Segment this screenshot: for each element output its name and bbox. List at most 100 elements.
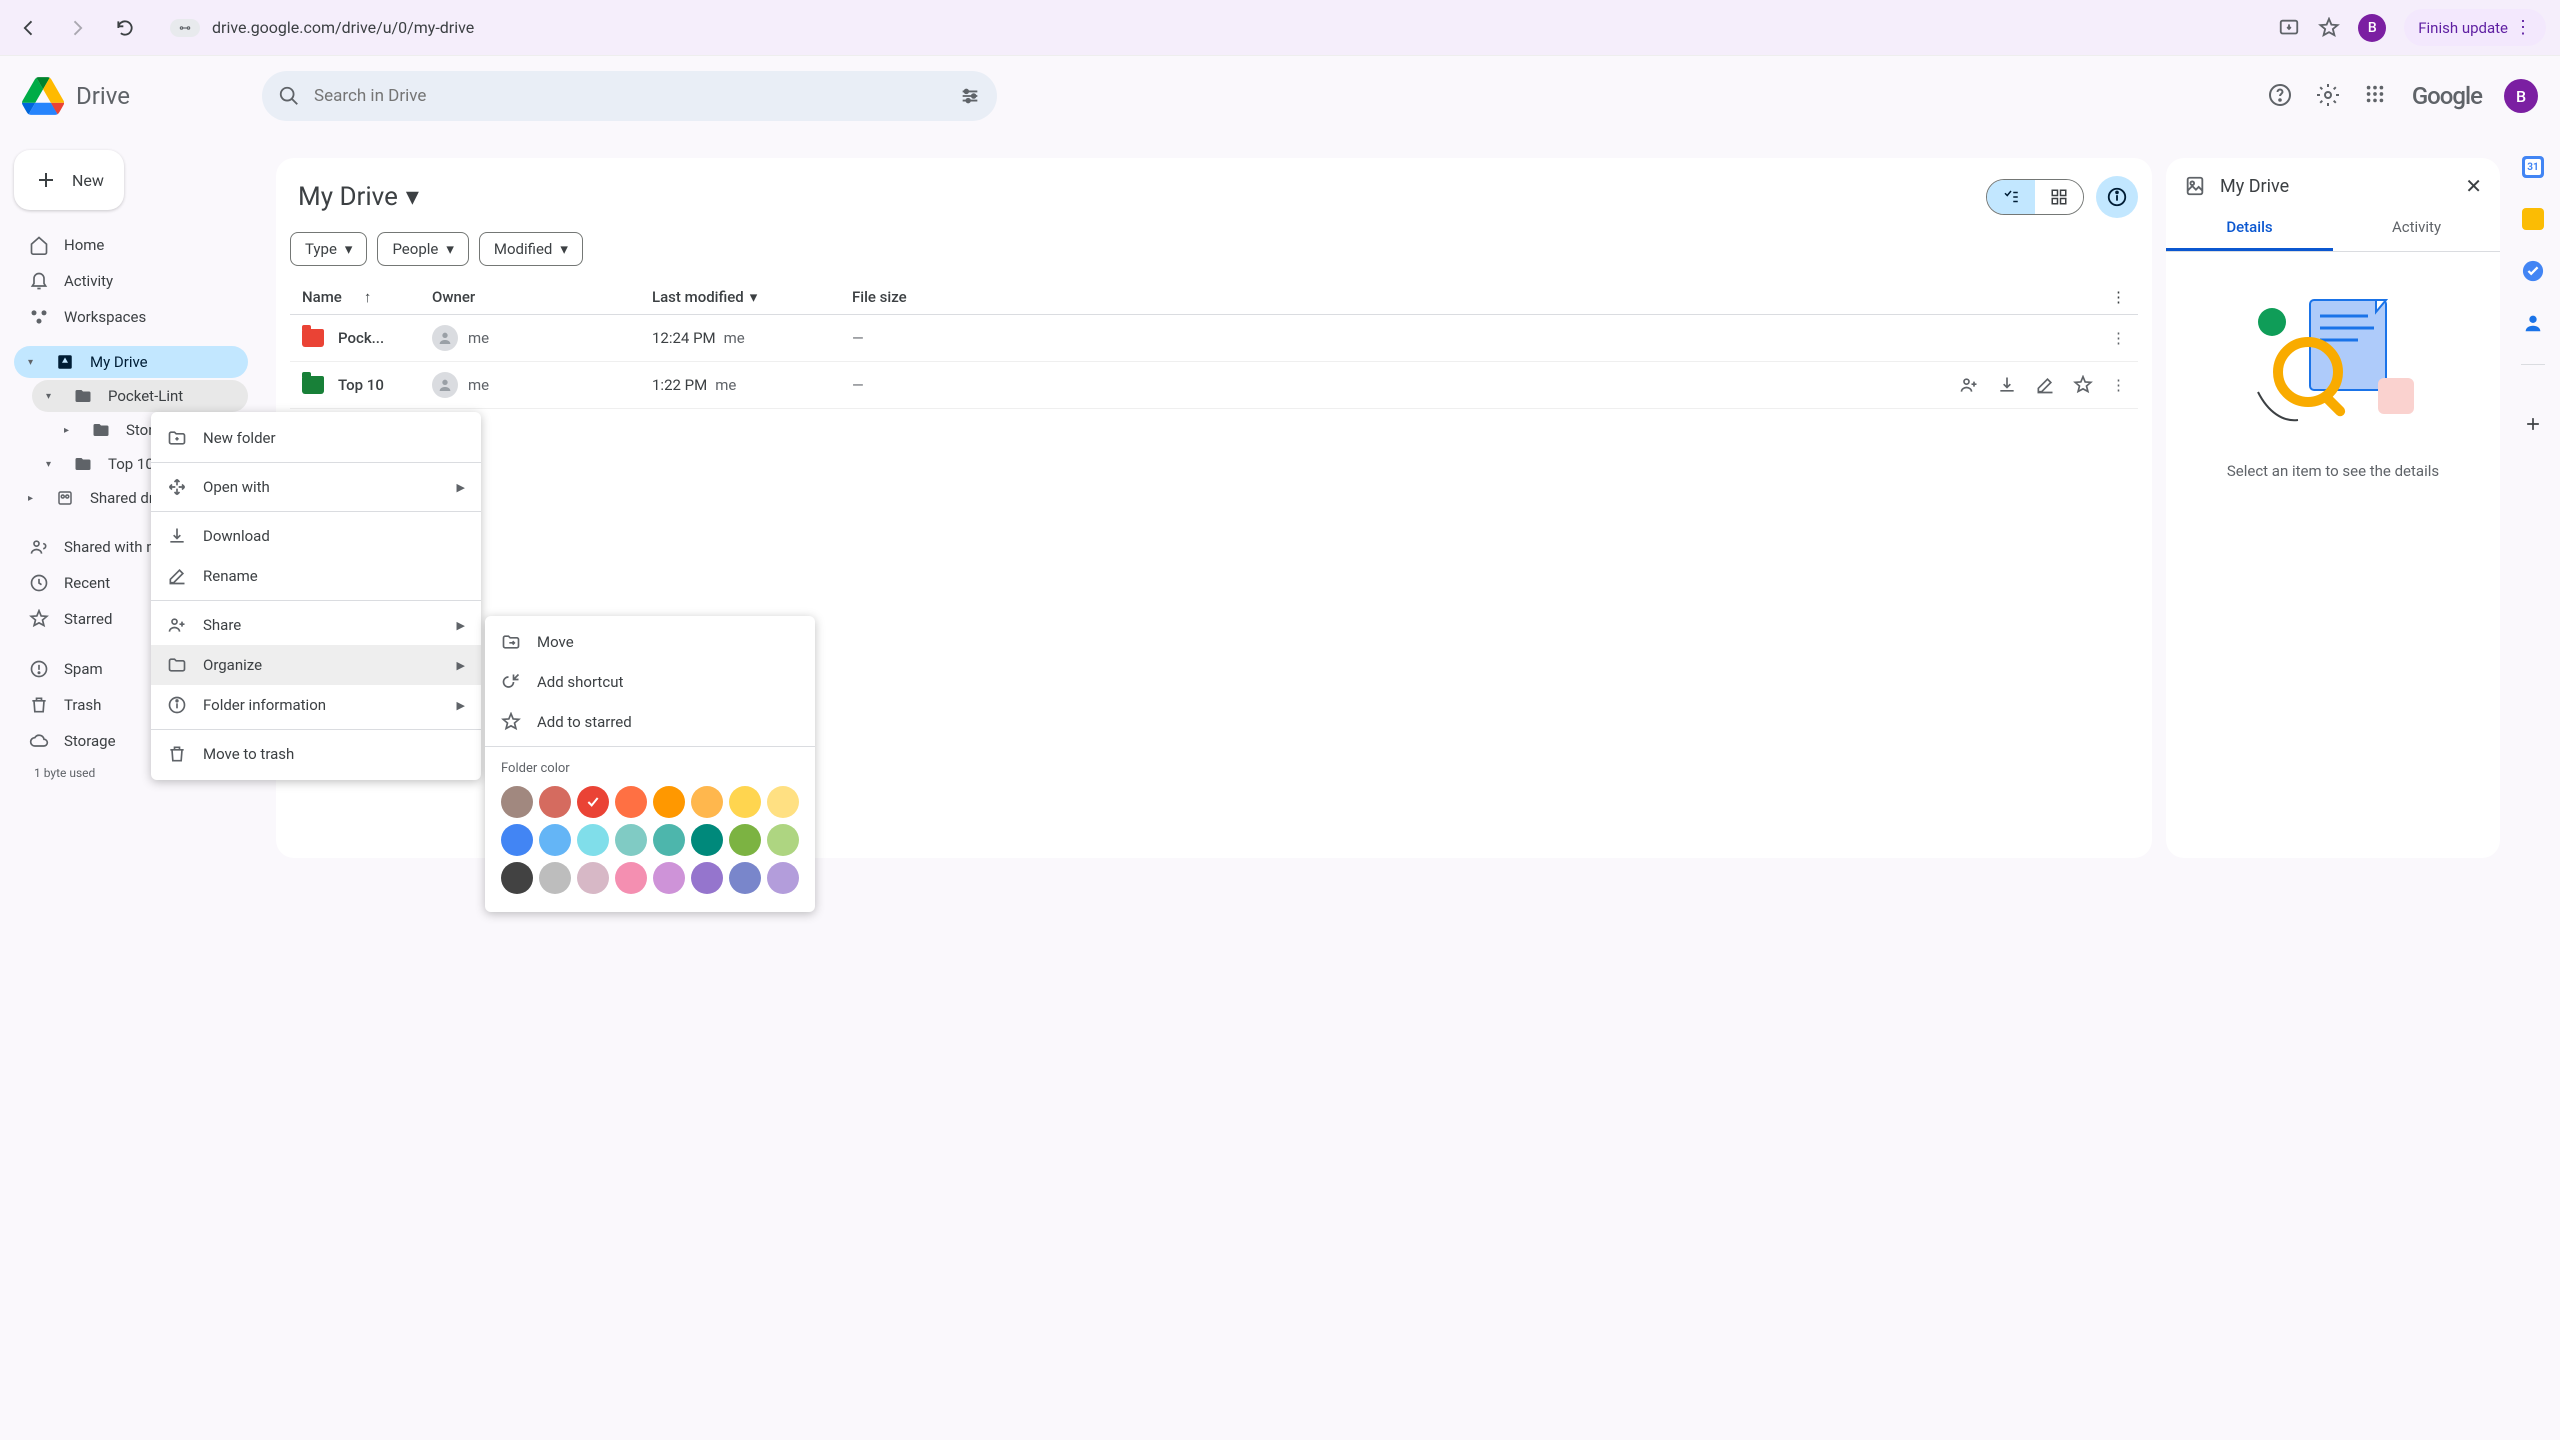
sidebar-workspaces[interactable]: Workspaces — [14, 300, 248, 334]
filter-modified[interactable]: Modified▾ — [479, 232, 583, 266]
settings-icon[interactable] — [2316, 83, 2342, 109]
chevron-down-icon[interactable]: ▾ — [28, 357, 40, 368]
share-icon[interactable] — [1959, 375, 1979, 395]
add-app-icon[interactable] — [2523, 414, 2543, 434]
filter-type[interactable]: Type▾ — [290, 232, 367, 266]
chevron-down-icon[interactable]: ▾ — [46, 459, 58, 470]
color-swatch[interactable] — [729, 786, 761, 818]
download-icon[interactable] — [1997, 375, 2017, 395]
color-swatch[interactable] — [691, 824, 723, 856]
ctx-add-starred[interactable]: Add to starred — [485, 702, 815, 742]
finish-update-button[interactable]: Finish update⋮ — [2404, 9, 2546, 46]
site-info-icon[interactable] — [170, 19, 200, 37]
sidebar-home[interactable]: Home — [14, 228, 248, 262]
rename-icon[interactable] — [2035, 375, 2055, 395]
color-swatch[interactable] — [615, 862, 647, 894]
col-name[interactable]: Name — [302, 288, 342, 306]
search-input[interactable] — [314, 86, 945, 106]
ctx-open-with[interactable]: Open with▶ — [151, 467, 481, 507]
ctx-folder-info[interactable]: Folder information▶ — [151, 685, 481, 725]
color-swatch[interactable] — [729, 862, 761, 894]
sidebar-activity[interactable]: Activity — [14, 264, 248, 298]
star-icon[interactable] — [2073, 375, 2093, 395]
color-swatch[interactable] — [539, 786, 571, 818]
ctx-rename[interactable]: Rename — [151, 556, 481, 596]
search-options-icon[interactable] — [959, 85, 981, 107]
contacts-app-icon[interactable] — [2522, 312, 2544, 334]
sidebar-pocket-lint[interactable]: ▾Pocket-Lint — [32, 380, 248, 412]
color-swatch[interactable] — [501, 824, 533, 856]
ctx-move-to-trash[interactable]: Move to trash — [151, 734, 481, 774]
new-button[interactable]: New — [14, 150, 124, 210]
apps-icon[interactable] — [2364, 83, 2390, 109]
color-swatch[interactable] — [653, 786, 685, 818]
chevron-right-icon[interactable]: ▸ — [64, 425, 76, 436]
col-file-size[interactable]: File size — [852, 288, 1037, 306]
close-icon[interactable]: ✕ — [2465, 174, 2482, 198]
color-swatch[interactable] — [653, 824, 685, 856]
ctx-move[interactable]: Move — [485, 622, 815, 662]
table-row[interactable]: Top 10 me 1:22 PMme — ⋮ — [290, 362, 2138, 409]
color-swatch[interactable] — [501, 786, 533, 818]
more-icon[interactable]: ⋮ — [2111, 376, 2126, 394]
table-row[interactable]: Pock... me 12:24 PMme — ⋮ — [290, 315, 2138, 362]
move-icon — [501, 632, 521, 652]
browser-toolbar: drive.google.com/drive/u/0/my-drive B Fi… — [0, 0, 2560, 56]
list-view-button[interactable] — [1987, 180, 2035, 214]
search-bar[interactable] — [262, 71, 997, 121]
reload-button[interactable] — [110, 13, 140, 43]
tasks-app-icon[interactable] — [2522, 260, 2544, 282]
color-swatch[interactable] — [577, 824, 609, 856]
filter-people[interactable]: People▾ — [377, 232, 468, 266]
col-menu[interactable]: ⋮ — [2086, 288, 2126, 306]
sort-asc-icon[interactable]: ↑ — [364, 288, 372, 306]
back-button[interactable] — [14, 13, 44, 43]
sidebar-my-drive[interactable]: ▾My Drive — [14, 346, 248, 378]
keep-app-icon[interactable] — [2522, 208, 2544, 230]
chevron-right-icon: ▶ — [457, 659, 465, 672]
organize-submenu: Move Add shortcut Add to starred Folder … — [485, 616, 815, 912]
bookmark-icon[interactable] — [2318, 17, 2340, 39]
address-bar[interactable]: drive.google.com/drive/u/0/my-drive — [158, 12, 2260, 43]
color-swatch[interactable] — [729, 824, 761, 856]
color-swatch[interactable] — [615, 786, 647, 818]
col-last-modified[interactable]: Last modified — [652, 288, 744, 306]
more-icon[interactable]: ⋮ — [2111, 329, 2126, 347]
color-swatch[interactable] — [767, 862, 799, 894]
chevron-right-icon[interactable]: ▸ — [28, 493, 40, 504]
folder-color-label: Folder color — [485, 751, 815, 782]
color-swatch[interactable] — [539, 824, 571, 856]
details-toggle-button[interactable] — [2096, 176, 2138, 218]
color-swatch[interactable] — [577, 862, 609, 894]
chevron-down-icon[interactable]: ▾ — [46, 391, 58, 402]
col-owner[interactable]: Owner — [432, 288, 652, 306]
account-avatar[interactable]: B — [2504, 79, 2538, 113]
ctx-new-folder[interactable]: New folder — [151, 418, 481, 458]
ctx-add-shortcut[interactable]: Add shortcut — [485, 662, 815, 702]
calendar-app-icon[interactable]: 31 — [2522, 156, 2544, 178]
ctx-organize[interactable]: Organize▶ — [151, 645, 481, 685]
color-swatch[interactable] — [767, 786, 799, 818]
help-icon[interactable] — [2268, 83, 2294, 109]
color-swatch[interactable] — [767, 824, 799, 856]
color-swatch[interactable] — [577, 786, 609, 818]
folder-title[interactable]: My Drive▾ — [290, 178, 427, 216]
tab-activity[interactable]: Activity — [2333, 206, 2500, 251]
forward-button[interactable] — [62, 13, 92, 43]
google-logo[interactable]: Google — [2412, 82, 2482, 110]
ctx-share[interactable]: Share▶ — [151, 605, 481, 645]
grid-view-button[interactable] — [2035, 180, 2083, 214]
color-swatch[interactable] — [691, 786, 723, 818]
tab-details[interactable]: Details — [2166, 206, 2333, 251]
color-swatch[interactable] — [653, 862, 685, 894]
color-swatch[interactable] — [615, 824, 647, 856]
color-swatch[interactable] — [691, 862, 723, 894]
folder-icon — [302, 376, 324, 394]
color-swatch[interactable] — [539, 862, 571, 894]
ctx-download[interactable]: Download — [151, 516, 481, 556]
browser-profile-avatar[interactable]: B — [2358, 14, 2386, 42]
color-swatch[interactable] — [501, 862, 533, 894]
install-app-icon[interactable] — [2278, 17, 2300, 39]
chevron-down-icon[interactable]: ▾ — [750, 288, 758, 306]
drive-logo[interactable]: Drive — [22, 75, 242, 117]
